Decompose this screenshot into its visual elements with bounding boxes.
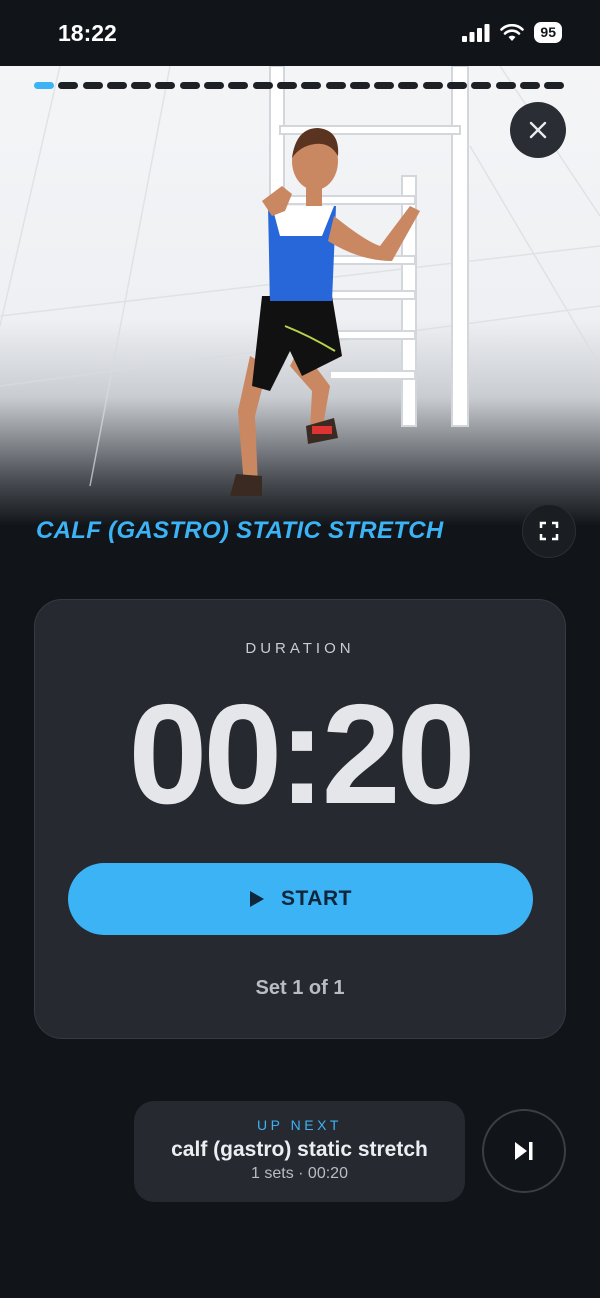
progress-segment [58, 82, 79, 89]
set-counter: Set 1 of 1 [255, 977, 345, 999]
up-next-meta: 1 sets · 00:20 [251, 1165, 348, 1182]
progress-segment [422, 82, 443, 89]
signal-icon [462, 23, 490, 42]
progress-segment [131, 82, 152, 89]
up-next-card[interactable]: UP NEXT calf (gastro) static stretch 1 s… [134, 1101, 465, 1202]
timer-card: DURATION 00:20 START Set 1 of 1 [34, 599, 566, 1039]
progress-segment [301, 82, 322, 89]
skip-next-button[interactable] [482, 1109, 566, 1193]
exercise-title: CALF (GASTRO) STATIC STRETCH [36, 517, 444, 544]
progress-segment [325, 82, 346, 89]
close-button[interactable] [510, 102, 566, 158]
progress-segment [276, 82, 297, 89]
progress-segment [179, 82, 200, 89]
battery-indicator: 95 [534, 22, 562, 43]
progress-segment [228, 82, 249, 89]
wifi-icon [500, 23, 525, 41]
progress-segment [519, 82, 540, 89]
progress-segment [204, 82, 225, 89]
fullscreen-icon [539, 521, 559, 541]
start-label: START [281, 887, 352, 910]
status-icons: 95 [462, 22, 562, 43]
progress-segment [106, 82, 127, 89]
progress-segment [349, 82, 370, 89]
progress-segment [447, 82, 468, 89]
close-icon [529, 121, 547, 139]
progress-segment [374, 82, 395, 89]
progress-segment [155, 82, 176, 89]
progress-segment [398, 82, 419, 89]
fullscreen-button[interactable] [522, 504, 576, 558]
exercise-animation [0, 66, 600, 526]
progress-segment [82, 82, 103, 89]
play-icon [250, 891, 265, 907]
up-next-label: UP NEXT [257, 1117, 342, 1133]
progress-segment [252, 82, 273, 89]
progress-segment [471, 82, 492, 89]
up-next-title: calf (gastro) static stretch [171, 1138, 428, 1161]
timer-display: 00:20 [128, 675, 475, 834]
start-button[interactable]: START [68, 863, 533, 935]
progress-segment [34, 82, 54, 89]
progress-segment [544, 82, 565, 89]
status-time: 18:22 [58, 20, 117, 46]
progress-segment [495, 82, 516, 89]
exercise-progress [34, 82, 565, 89]
skip-next-icon [515, 1142, 533, 1160]
duration-label: DURATION [245, 640, 355, 657]
status-bar: 18:22 95 [0, 0, 600, 66]
